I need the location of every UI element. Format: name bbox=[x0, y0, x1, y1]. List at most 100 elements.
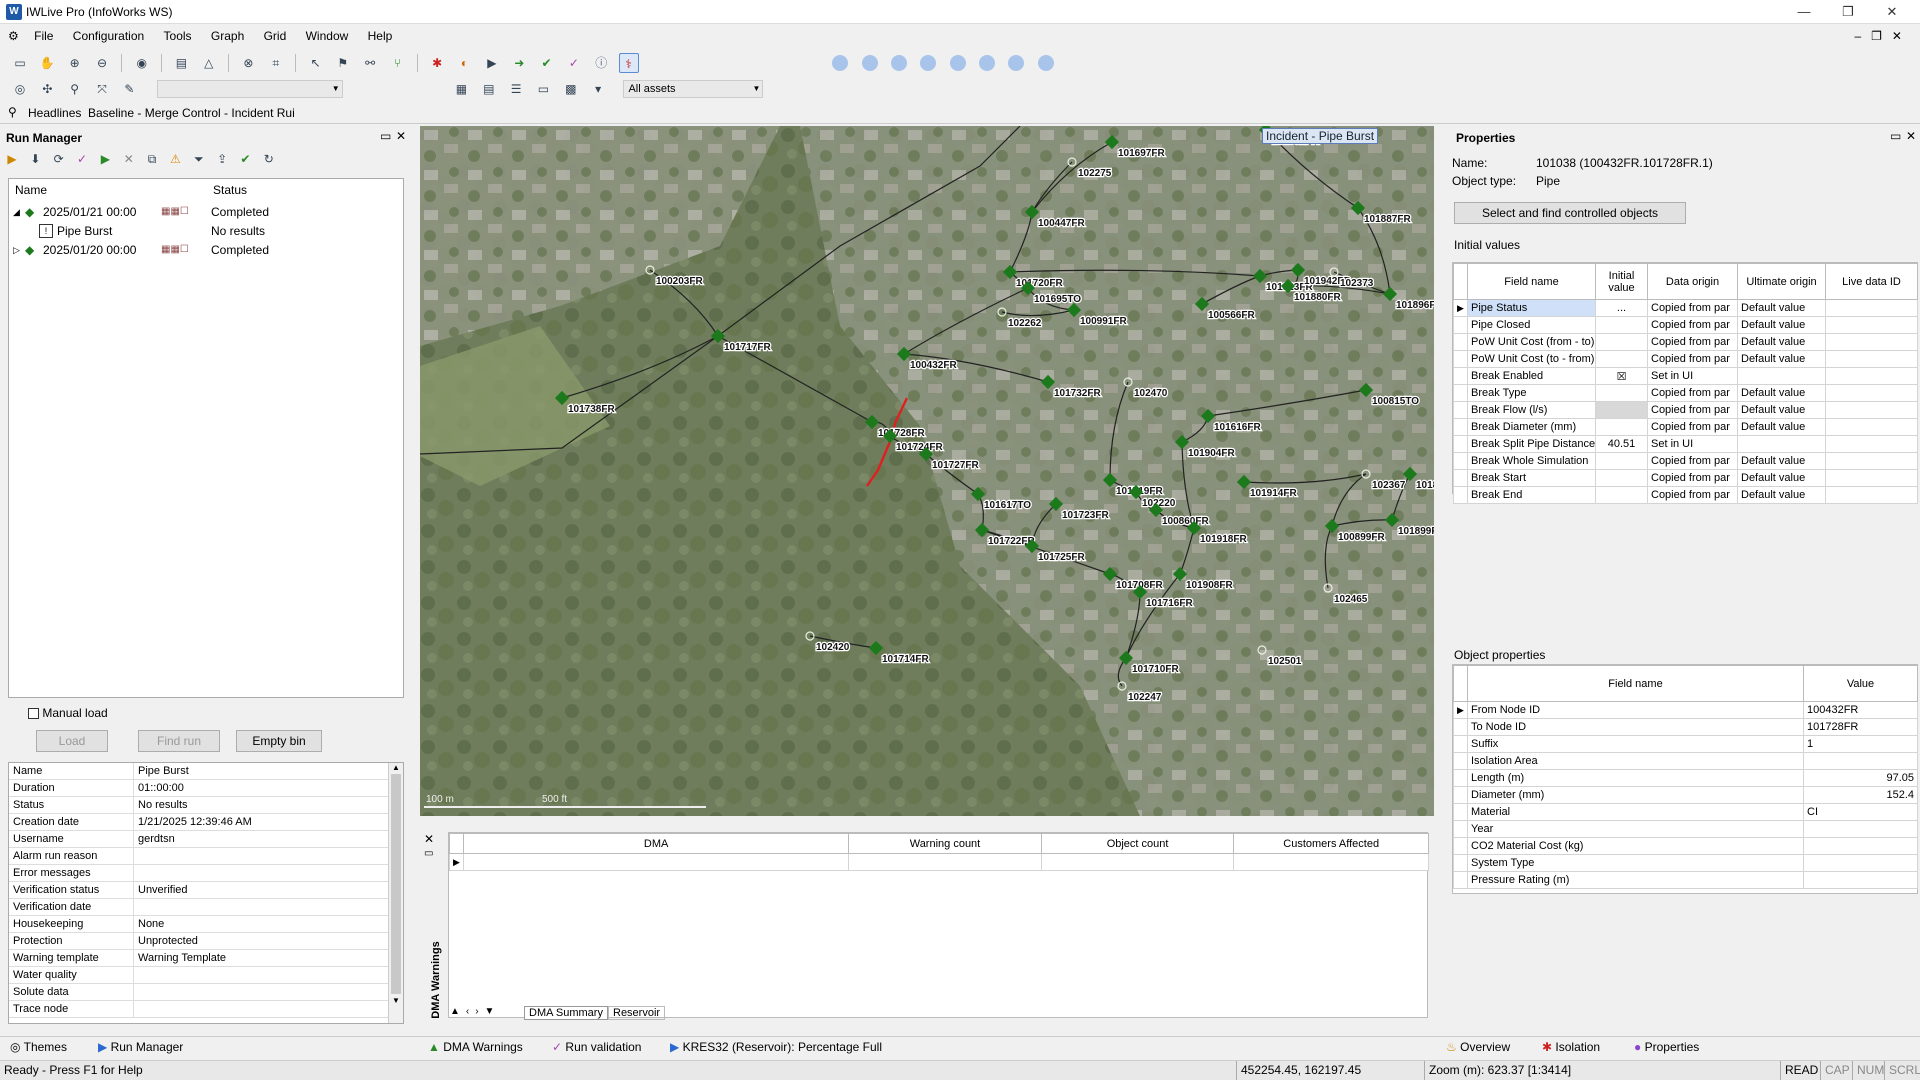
property-row[interactable]: Housekeeping None bbox=[9, 916, 389, 933]
panel-pin-icon[interactable]: ▭ bbox=[424, 848, 433, 859]
panel-view-icon[interactable]: ▭ bbox=[533, 79, 553, 99]
op-value[interactable]: 101728FR bbox=[1803, 718, 1918, 736]
row-selector-icon[interactable]: ▶ bbox=[1453, 299, 1468, 317]
iv-row[interactable]: Break Start Copied from par Default value bbox=[1453, 469, 1918, 487]
op-value[interactable]: 152.4 bbox=[1803, 786, 1918, 804]
menu-configuration[interactable]: Configuration bbox=[65, 26, 152, 46]
iv-row[interactable]: Break End Copied from par Default value bbox=[1453, 486, 1918, 504]
tab-isolation[interactable]: ✱ Isolation bbox=[1536, 1037, 1606, 1057]
iv-live-id[interactable] bbox=[1825, 452, 1918, 470]
panel-close-icon[interactable]: ✕ bbox=[1906, 129, 1916, 143]
menu-grid[interactable]: Grid bbox=[256, 26, 295, 46]
connect-icon[interactable]: ⤧ bbox=[92, 79, 112, 99]
op-row[interactable]: Suffix 1 bbox=[1453, 735, 1918, 753]
north-arrow-icon[interactable]: △ bbox=[199, 53, 219, 73]
tab-properties[interactable]: ● Properties bbox=[1628, 1037, 1705, 1057]
iv-live-id[interactable] bbox=[1825, 333, 1918, 351]
iv-live-id[interactable] bbox=[1825, 401, 1918, 419]
tab-reservoir[interactable]: Reservoir bbox=[608, 1006, 666, 1020]
validate-icon[interactable]: ✔ bbox=[537, 53, 557, 73]
expand-icon[interactable]: ▷ bbox=[13, 241, 20, 259]
load-button[interactable]: Load bbox=[36, 730, 108, 752]
tab-themes[interactable]: ◎ Themes bbox=[4, 1037, 73, 1057]
property-value[interactable] bbox=[133, 984, 389, 1001]
table-view-icon[interactable]: ▤ bbox=[479, 79, 499, 99]
select-controlled-button[interactable]: Select and find controlled objects bbox=[1454, 202, 1686, 224]
property-row[interactable]: Duration 01::00:00 bbox=[9, 780, 389, 797]
assets-combo[interactable]: All assets ▼ bbox=[623, 80, 764, 98]
property-value[interactable] bbox=[133, 899, 389, 916]
property-value[interactable] bbox=[133, 967, 389, 984]
warning-icon[interactable]: ⚠ bbox=[167, 149, 183, 169]
iv-col-header[interactable]: Ultimate origin bbox=[1737, 263, 1826, 300]
property-value[interactable]: Pipe Burst bbox=[133, 763, 389, 780]
row-selector-icon[interactable] bbox=[1453, 803, 1468, 821]
iv-value[interactable] bbox=[1595, 384, 1648, 402]
check-icon[interactable]: ✓ bbox=[564, 53, 584, 73]
search-icon[interactable]: ⚲ bbox=[8, 105, 17, 119]
property-row[interactable]: Water quality bbox=[9, 967, 389, 984]
menu-graph[interactable]: Graph bbox=[203, 26, 252, 46]
op-row[interactable]: Diameter (mm) 152.4 bbox=[1453, 786, 1918, 804]
iv-value[interactable] bbox=[1595, 418, 1648, 436]
tool-dropdown-icon[interactable]: ⌗ bbox=[266, 53, 286, 73]
tab-run-validation[interactable]: ✓ Run validation bbox=[546, 1037, 647, 1057]
run-row[interactable]: ! Pipe Burst No results bbox=[9, 222, 403, 240]
panel-pin-icon[interactable]: ▭ bbox=[380, 129, 391, 143]
iv-value[interactable]: 40.51 bbox=[1595, 435, 1648, 453]
row-selector-icon[interactable] bbox=[1453, 367, 1468, 385]
iv-row[interactable]: Break Type Copied from par Default value bbox=[1453, 384, 1918, 402]
menu-tools[interactable]: Tools bbox=[156, 26, 200, 46]
burst-icon[interactable]: ✱ bbox=[427, 53, 447, 73]
op-row[interactable]: System Type bbox=[1453, 854, 1918, 872]
row-selector-icon[interactable] bbox=[1453, 486, 1468, 504]
tab-dma-summary[interactable]: DMA Summary bbox=[524, 1006, 608, 1020]
row-selector-icon[interactable] bbox=[1453, 735, 1468, 753]
col-dma[interactable]: DMA bbox=[463, 833, 850, 854]
row-selector-icon[interactable] bbox=[1453, 350, 1468, 368]
iv-live-id[interactable] bbox=[1825, 486, 1918, 504]
property-value[interactable]: gerdtsn bbox=[133, 831, 389, 848]
zoom-in-icon[interactable]: ⊕ bbox=[65, 53, 85, 73]
list-view-icon[interactable]: ☰ bbox=[506, 79, 526, 99]
iv-value[interactable]: ... bbox=[1595, 299, 1648, 317]
download-icon[interactable]: ⬇ bbox=[27, 149, 43, 169]
iv-col-header[interactable]: Data origin bbox=[1647, 263, 1738, 300]
scrollbar[interactable]: ▲ ▼ bbox=[388, 763, 403, 1023]
row-selector-icon[interactable] bbox=[1453, 435, 1468, 453]
row-selector-icon[interactable] bbox=[1453, 769, 1468, 787]
iv-row[interactable]: PoW Unit Cost (from - to) Copied from par… bbox=[1453, 333, 1918, 351]
verify-icon[interactable]: ✔ bbox=[237, 149, 253, 169]
close-icon[interactable]: ✕ bbox=[1872, 2, 1912, 22]
iv-row[interactable]: Break Diameter (mm) Copied from par Defaul… bbox=[1453, 418, 1918, 436]
col-warning-count[interactable]: Warning count bbox=[848, 833, 1042, 854]
pan-icon[interactable]: ✋ bbox=[37, 53, 57, 73]
menu-file[interactable]: File bbox=[26, 26, 61, 46]
tab-overview[interactable]: ♨ Overview bbox=[1440, 1037, 1516, 1057]
manual-load-checkbox[interactable]: Manual load bbox=[28, 706, 108, 720]
iv-live-id[interactable] bbox=[1825, 418, 1918, 436]
mdi-window-controls[interactable]: –❐✕ bbox=[1855, 29, 1913, 43]
col-object-count[interactable]: Object count bbox=[1040, 833, 1235, 854]
network-map[interactable]: 101697FR101892FR102275101887FR100447FR10… bbox=[420, 126, 1434, 816]
skip-end-icon[interactable] bbox=[1008, 55, 1025, 71]
op-value[interactable]: CI bbox=[1803, 803, 1918, 821]
op-value[interactable]: 1 bbox=[1803, 735, 1918, 753]
op-row[interactable]: Isolation Area bbox=[1453, 752, 1918, 770]
run-row[interactable]: ▷ ◆ 2025/01/20 00:00 ▦▦☐ Completed bbox=[9, 241, 403, 259]
iv-col-header[interactable]: Live data ID bbox=[1825, 263, 1918, 300]
menu-window[interactable]: Window bbox=[298, 26, 357, 46]
property-row[interactable]: Solute data bbox=[9, 984, 389, 1001]
play-icon[interactable] bbox=[949, 55, 966, 71]
iv-row[interactable]: Break Whole Simulation Copied from par Def… bbox=[1453, 452, 1918, 470]
op-value[interactable] bbox=[1803, 837, 1918, 855]
op-value[interactable]: 97.05 bbox=[1803, 769, 1918, 787]
iv-live-id[interactable] bbox=[1825, 350, 1918, 368]
iv-live-id[interactable] bbox=[1825, 435, 1918, 453]
grid-view-icon[interactable]: ▦ bbox=[451, 79, 471, 99]
iv-live-id[interactable] bbox=[1825, 316, 1918, 334]
op-value[interactable]: 100432FR bbox=[1803, 701, 1918, 719]
scroll-down-icon[interactable]: ▼ bbox=[389, 996, 403, 1005]
row-selector-icon[interactable] bbox=[1453, 871, 1468, 889]
iv-live-id[interactable] bbox=[1825, 299, 1918, 317]
